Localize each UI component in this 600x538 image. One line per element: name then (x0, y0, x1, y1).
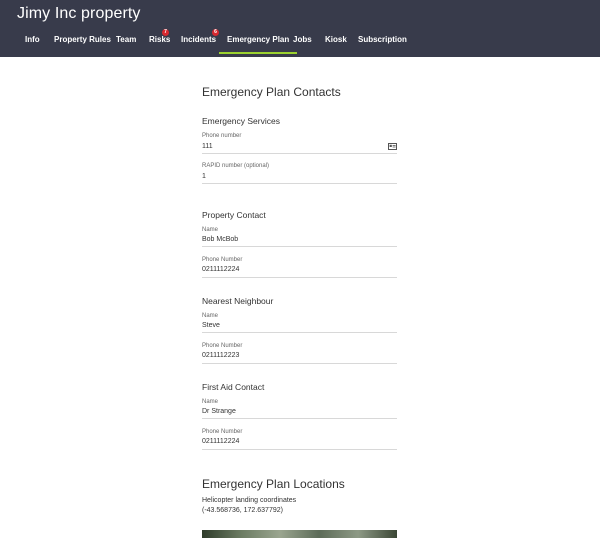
tab-property-rules[interactable]: Property Rules (54, 35, 111, 44)
incidents-count-badge: 6 (212, 29, 219, 36)
property-contact-name-field[interactable]: Bob McBob (202, 236, 238, 243)
property-contact-phone-underline (202, 277, 397, 278)
nearest-neighbour-phone-label: Phone Number (202, 343, 243, 349)
nearest-neighbour-heading: Nearest Neighbour (202, 296, 274, 306)
contact-card-icon[interactable] (388, 143, 397, 150)
first-aid-phone-field[interactable]: 0211112224 (202, 438, 239, 445)
tab-risks[interactable]: Risks 7 (149, 29, 171, 44)
emergency-services-heading: Emergency Services (202, 116, 280, 126)
risks-count-badge: 7 (162, 29, 169, 36)
property-contact-phone-field[interactable]: 0211112224 (202, 266, 239, 273)
nearest-neighbour-name-field[interactable]: Steve (202, 322, 220, 329)
first-aid-name-label: Name (202, 399, 219, 405)
rapid-number-underline (202, 183, 397, 184)
tab-risks-label: Risks (149, 35, 171, 44)
emergency-phone-underline (202, 153, 397, 154)
property-contact-name-label: Name (202, 227, 219, 233)
tab-emergency-plan[interactable]: Emergency Plan (218, 35, 298, 54)
nearest-neighbour-phone-underline (202, 363, 397, 364)
tab-info[interactable]: Info (25, 35, 40, 44)
emergency-phone-label: Phone number (202, 133, 242, 139)
nearest-neighbour-phone-field[interactable]: 0211112223 (202, 352, 239, 359)
emergency-phone-field[interactable]: 111 (202, 143, 213, 150)
helicopter-coords-value: (-43.568736, 172.637792) (202, 507, 283, 514)
property-contact-name-underline (202, 246, 397, 247)
tab-subscription[interactable]: Subscription (358, 35, 407, 44)
property-contact-heading: Property Contact (202, 210, 266, 220)
rapid-number-label: RAPID number (optional) (202, 163, 270, 169)
first-aid-name-underline (202, 418, 397, 419)
nav-tabs: Info Property Rules Team Risks 7 Inciden… (0, 29, 600, 57)
location-map[interactable] (202, 530, 397, 538)
tab-kiosk[interactable]: Kiosk (325, 35, 347, 44)
rapid-number-field[interactable]: 1 (202, 173, 206, 180)
tab-incidents[interactable]: Incidents 6 (181, 29, 219, 44)
first-aid-phone-underline (202, 449, 397, 450)
app-title: Jimy Inc property (17, 5, 141, 22)
first-aid-phone-label: Phone Number (202, 429, 243, 435)
tab-team[interactable]: Team (116, 35, 136, 44)
locations-title: Emergency Plan Locations (202, 477, 345, 491)
property-contact-phone-label: Phone Number (202, 257, 243, 263)
first-aid-heading: First Aid Contact (202, 382, 265, 392)
contacts-title: Emergency Plan Contacts (202, 85, 341, 99)
helicopter-coords-label: Helicopter landing coordinates (202, 497, 297, 504)
nearest-neighbour-name-label: Name (202, 313, 219, 319)
tab-incidents-label: Incidents (181, 35, 217, 44)
tab-jobs[interactable]: Jobs (293, 35, 312, 44)
nearest-neighbour-name-underline (202, 332, 397, 333)
top-header: Jimy Inc property Info Property Rules Te… (0, 0, 600, 57)
first-aid-name-field[interactable]: Dr Strange (202, 408, 236, 415)
